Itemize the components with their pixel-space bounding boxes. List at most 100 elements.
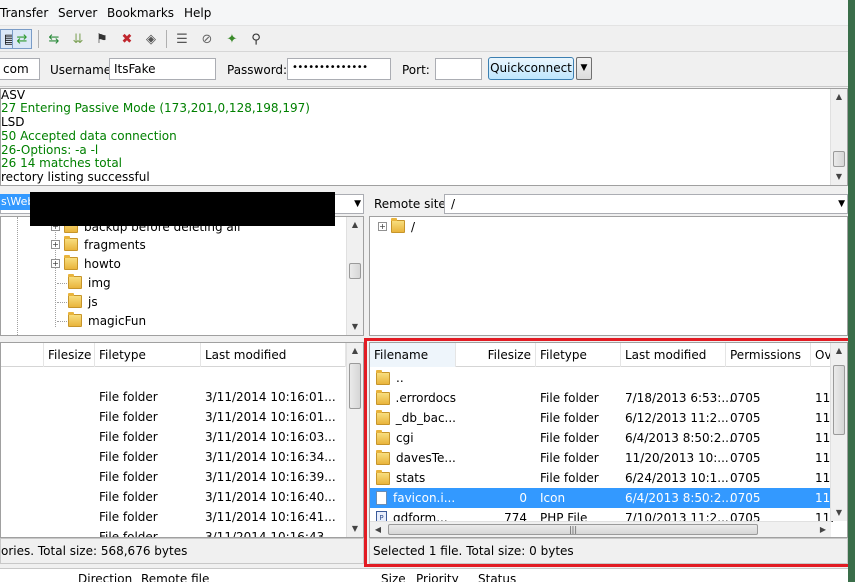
quickconnect-button[interactable]: Quickconnect [488, 57, 574, 80]
cell-filetype: File folder [99, 410, 158, 424]
queue-col-direction[interactable]: Direction [78, 572, 132, 582]
remote-list-hscrollbar[interactable]: ◀ ||| ▶ [370, 521, 831, 537]
expand-icon[interactable]: + [378, 222, 387, 231]
cell-filetype: File folder [540, 431, 599, 445]
scroll-left-icon[interactable]: ◀ [370, 522, 386, 537]
table-row[interactable]: File folder 3/11/2014 10:16:41... [1, 507, 346, 527]
column-header-filename[interactable] [1, 343, 44, 367]
column-header-filetype[interactable]: Filetype [536, 343, 621, 367]
sync-browse-icon[interactable]: ✦ [222, 29, 242, 49]
folder-icon [68, 274, 82, 289]
remote-list-scrollbar[interactable]: ▲ ▼ [830, 343, 847, 521]
local-tree-scrollbar[interactable]: ▲ ▼ [346, 217, 363, 335]
table-row-selected[interactable]: favicon.i... 0 Icon 6/4/2013 8:50:2... 0… [370, 488, 834, 508]
cell-modified: 6/12/2013 11:2... [625, 411, 729, 425]
tree-item[interactable]: js [68, 292, 98, 311]
disconnect-icon[interactable]: ✖ [117, 29, 137, 49]
table-row[interactable]: File folder 3/11/2014 10:16:01... [1, 387, 346, 407]
queue-col-status[interactable]: Status [478, 572, 516, 582]
scroll-up-icon[interactable]: ▲ [347, 217, 363, 233]
expand-icon[interactable]: + [51, 259, 60, 268]
menu-help[interactable]: Help [184, 6, 211, 20]
quickconnect-bar: com Username: ItsFake Password: ••••••••… [0, 53, 855, 87]
table-row[interactable]: .. [370, 368, 831, 388]
chevron-down-icon[interactable]: ▼ [354, 199, 361, 209]
tree-line [57, 302, 67, 303]
scroll-down-icon[interactable]: ▼ [831, 505, 847, 521]
quickconnect-dropdown[interactable]: ▼ [576, 57, 592, 80]
log-scrollbar[interactable]: ▲ ▼ [830, 89, 847, 185]
table-row[interactable]: File folder 3/11/2014 10:16:01... [1, 407, 346, 427]
table-row[interactable]: File folder 3/11/2014 10:16:03... [1, 427, 346, 447]
folder-icon [376, 469, 390, 485]
log-line: 27 Entering Passive Mode (173,201,0,128,… [1, 101, 310, 115]
host-input[interactable]: com [0, 58, 40, 80]
log-scroll-thumb[interactable] [833, 151, 845, 167]
remote-list-scroll-thumb[interactable] [833, 365, 845, 435]
table-row[interactable]: File folder 3/11/2014 10:16:39... [1, 467, 346, 487]
scroll-down-icon[interactable]: ▼ [347, 521, 363, 537]
tree-item[interactable]: + fragments [51, 235, 146, 254]
local-tree-scroll-thumb[interactable] [349, 263, 361, 279]
table-row[interactable]: stats File folder 6/24/2013 10:1... 0705… [370, 468, 834, 488]
scroll-up-icon[interactable]: ▲ [831, 89, 847, 105]
compare-icon[interactable]: ⊘ [197, 29, 217, 49]
refresh-icon[interactable]: ⇆ [44, 29, 64, 49]
scroll-up-icon[interactable]: ▲ [347, 343, 363, 359]
tree-item[interactable]: + / [378, 217, 415, 236]
menu-server[interactable]: Server [58, 6, 97, 20]
scroll-right-icon[interactable]: ▶ [815, 522, 831, 537]
toolbar-separator [166, 30, 167, 48]
menu-transfer[interactable]: Transfer [0, 6, 48, 20]
search-icon[interactable]: ⚲ [246, 29, 266, 49]
folder-icon [64, 236, 78, 251]
cancel-operation-icon[interactable]: ⚑ [92, 29, 112, 49]
reconnect-icon[interactable]: ◈ [141, 29, 161, 49]
table-row[interactable]: File folder 3/11/2014 10:16:34... [1, 447, 346, 467]
username-input[interactable]: ItsFake [109, 58, 216, 80]
queue-col-size[interactable]: Size [381, 572, 406, 582]
process-queue-icon[interactable]: ⇊ [68, 29, 88, 49]
table-row[interactable]: cgi File folder 6/4/2013 8:50:2... 0705 … [370, 428, 834, 448]
table-row[interactable]: File folder 3/11/2014 10:16:43... [1, 527, 346, 537]
column-header-filesize[interactable]: Filesize [44, 343, 95, 367]
table-row[interactable]: .errordocs File folder 7/18/2013 6:53:..… [370, 388, 834, 408]
menu-bookmarks[interactable]: Bookmarks [107, 6, 174, 20]
list-header: Filename Filesize Filetype Last modified… [370, 343, 831, 367]
scroll-down-icon[interactable]: ▼ [347, 319, 363, 335]
scroll-down-icon[interactable]: ▼ [831, 169, 847, 185]
table-row[interactable]: File folder 3/11/2014 10:16:40... [1, 487, 346, 507]
column-header-permissions[interactable]: Permissions [726, 343, 811, 367]
tree-item[interactable]: magicFun [68, 311, 146, 330]
queue-col-remote-file[interactable]: Remote file [141, 572, 209, 582]
column-header-filesize[interactable]: Filesize [456, 343, 536, 367]
column-header-filename[interactable]: Filename [370, 343, 456, 367]
local-directory-tree: + backup before deleting all + fragments… [0, 216, 364, 336]
folder-icon [68, 293, 82, 308]
cell-filename: .errordocs [395, 391, 456, 405]
filter-icon[interactable]: ☰ [172, 29, 192, 49]
local-list-scroll-thumb[interactable] [349, 363, 361, 409]
column-header-last-modified[interactable]: Last modified [201, 343, 346, 367]
expand-icon[interactable]: + [51, 240, 60, 249]
local-list-scrollbar[interactable]: ▲ ▼ [346, 343, 363, 537]
queue-col-priority[interactable]: Priority [416, 572, 459, 582]
password-input[interactable]: •••••••••••••• [287, 58, 391, 80]
cell-filetype: File folder [540, 391, 599, 405]
cell-modified: 11/20/2013 10:... [625, 451, 729, 465]
tree-item[interactable]: img [68, 273, 111, 292]
log-line: 50 Accepted data connection [1, 129, 177, 143]
remote-list-hscroll-thumb[interactable]: ||| [388, 524, 758, 535]
table-row[interactable]: davesTe... File folder 11/20/2013 10:...… [370, 448, 834, 468]
column-header-last-modified[interactable]: Last modified [621, 343, 726, 367]
cell-filetype: File folder [540, 411, 599, 425]
scroll-up-icon[interactable]: ▲ [831, 343, 847, 359]
column-header-owner[interactable]: Ov [811, 343, 831, 367]
remote-path-combo[interactable]: / ▼ [444, 194, 848, 214]
table-row[interactable]: _db_bac... File folder 6/12/2013 11:2...… [370, 408, 834, 428]
tree-item[interactable]: + howto [51, 254, 121, 273]
port-input[interactable] [435, 58, 482, 80]
toggle-tree-icon[interactable]: ⇄ [12, 29, 32, 49]
column-header-filetype[interactable]: Filetype [95, 343, 201, 367]
chevron-down-icon[interactable]: ▼ [838, 199, 845, 209]
